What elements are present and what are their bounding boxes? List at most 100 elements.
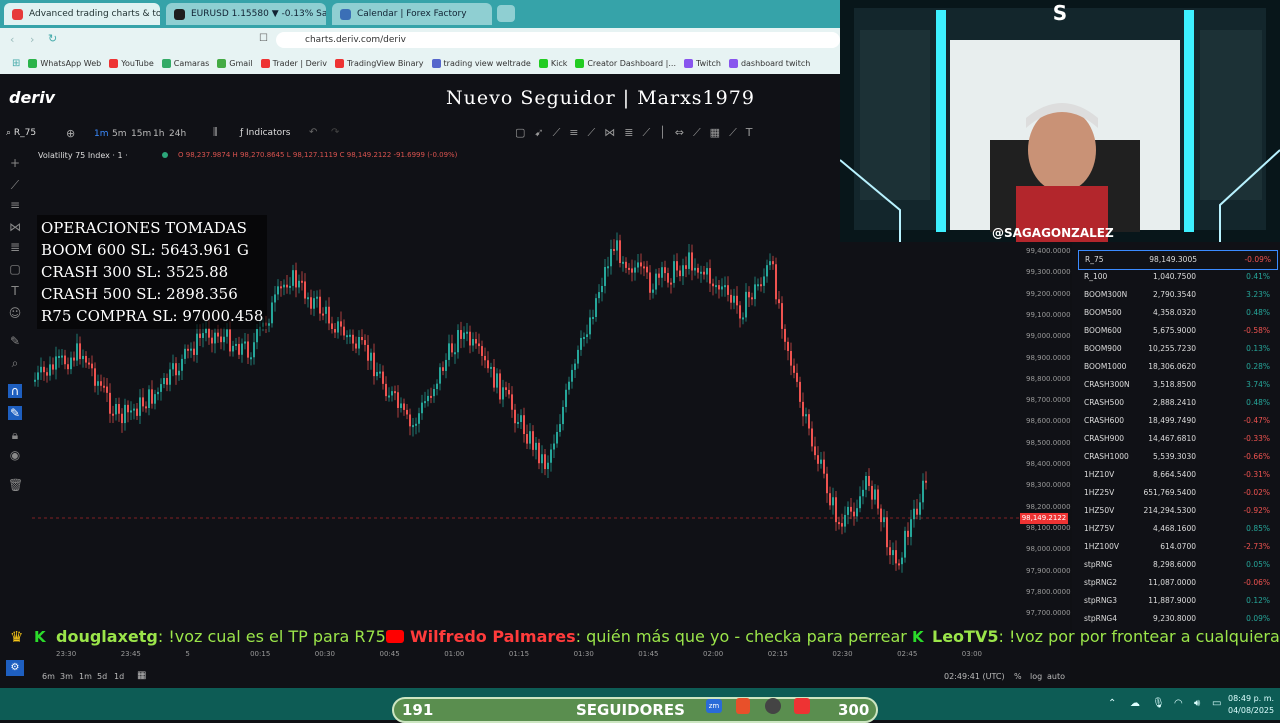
time-tick: 01:00 xyxy=(444,650,465,658)
calendar-icon[interactable]: ▦ xyxy=(137,670,146,681)
watchlist-panel: R_75 98,149.3005 -0.09% R_100 1,040.7500 0.41… xyxy=(1072,240,1280,630)
candle xyxy=(664,267,666,274)
candle xyxy=(247,341,249,358)
watchlist-row[interactable]: CRASH300N 3,518.8500 3.74% xyxy=(1078,376,1276,394)
range-1m[interactable]: 1m xyxy=(79,672,92,681)
watchlist-row[interactable]: 1HZ75V 4,468.1600 0.85% xyxy=(1078,520,1276,538)
range-6m[interactable]: 6m xyxy=(42,672,55,681)
price-axis[interactable]: 99,400.0000 99,300.0000 99,200.0000 99,100.… xyxy=(1020,244,1072,624)
candle xyxy=(142,397,144,407)
watch-symbol: 1HZ10V xyxy=(1084,470,1115,479)
price-tick: 98,100.0000 xyxy=(1026,523,1071,532)
watchlist-row[interactable]: R_100 1,040.7500 0.41% xyxy=(1078,268,1276,286)
candle xyxy=(397,392,399,408)
mic-icon[interactable]: 🎙︎ xyxy=(1152,698,1165,709)
candle xyxy=(724,285,726,288)
watchlist-row[interactable]: CRASH1000 5,539.3030 -0.66% xyxy=(1078,448,1276,466)
candle xyxy=(553,443,555,450)
watchlist-row[interactable]: BOOM300N 2,790.3540 3.23% xyxy=(1078,286,1276,304)
candle xyxy=(859,496,861,509)
candle xyxy=(571,369,573,382)
battery-icon[interactable]: ▭ xyxy=(1212,698,1221,709)
watchlist-row[interactable]: CRASH900 14,467.6810 -0.33% xyxy=(1078,430,1276,448)
volume-icon[interactable]: 🔊︎ xyxy=(1194,698,1200,709)
candle xyxy=(544,454,546,470)
watch-price: 4,358.0320 xyxy=(1153,308,1196,317)
watch-change: -2.73% xyxy=(1243,542,1270,551)
candle xyxy=(631,268,633,273)
watch-price: 18,306.0620 xyxy=(1148,362,1196,371)
candle xyxy=(883,517,885,523)
price-tick: 99,400.0000 xyxy=(1026,247,1071,255)
range-3m[interactable]: 3m xyxy=(60,672,73,681)
watchlist-row[interactable]: stpRNG 8,298.6000 0.05% xyxy=(1078,556,1276,574)
deriv-app-icon[interactable]: ⚙ xyxy=(6,660,24,676)
candle xyxy=(790,350,792,366)
cloud-icon[interactable]: ☁ xyxy=(1130,698,1140,709)
watch-symbol: stpRNG xyxy=(1084,560,1113,569)
watchlist-row[interactable]: 1HZ50V 214,294.5300 -0.92% xyxy=(1078,502,1276,520)
candle xyxy=(742,317,744,320)
watchlist-row[interactable]: CRASH600 18,499.7490 -0.47% xyxy=(1078,412,1276,430)
operation-line: BOOM 600 SL: 5643.961 G xyxy=(41,241,249,259)
price-tick: 98,800.0000 xyxy=(1026,374,1071,383)
price-tick: 97,900.0000 xyxy=(1026,566,1071,575)
candle xyxy=(796,372,798,382)
candle xyxy=(817,455,819,464)
candle xyxy=(211,337,213,344)
watchlist-row[interactable]: BOOM900 10,255.7230 0.13% xyxy=(1078,340,1276,358)
watchlist-row[interactable]: BOOM600 5,675.9000 -0.58% xyxy=(1078,322,1276,340)
candle xyxy=(766,265,768,277)
candle xyxy=(694,267,696,271)
candle xyxy=(514,409,516,424)
candle xyxy=(451,343,453,353)
chevron-up-icon[interactable]: ⌃ xyxy=(1108,698,1116,709)
candle xyxy=(442,367,444,371)
watch-change: 0.05% xyxy=(1246,560,1270,569)
candle xyxy=(457,330,459,353)
auto-toggle[interactable]: auto xyxy=(1047,672,1065,681)
candle xyxy=(685,265,687,269)
price-tick: 98,900.0000 xyxy=(1026,353,1071,362)
wifi-icon[interactable]: ◠ xyxy=(1174,698,1183,709)
watchlist-row[interactable]: R_75 98,149.3005 -0.09% xyxy=(1078,250,1278,270)
candle xyxy=(220,336,222,343)
candle xyxy=(556,431,558,444)
candle xyxy=(820,459,822,464)
candle xyxy=(328,306,330,324)
watchlist-row[interactable]: CRASH500 2,888.2410 0.48% xyxy=(1078,394,1276,412)
deriv-app-icon[interactable] xyxy=(794,698,810,714)
candle xyxy=(391,391,393,396)
candle xyxy=(199,333,201,338)
range-5d[interactable]: 5d xyxy=(97,672,107,681)
clock-date: 04/08/2025 xyxy=(1228,706,1275,715)
range-1d[interactable]: 1d xyxy=(114,672,124,681)
watchlist-row[interactable]: stpRNG3 11,887.9000 0.12% xyxy=(1078,592,1276,610)
candle xyxy=(472,339,474,346)
watchlist-row[interactable]: 1HZ25V 651,769.5400 -0.02% xyxy=(1078,484,1276,502)
candle xyxy=(880,508,882,523)
candle xyxy=(739,305,741,319)
watchlist-row[interactable]: BOOM1000 18,306.0620 0.28% xyxy=(1078,358,1276,376)
candle xyxy=(865,475,867,490)
watch-price: 614.0700 xyxy=(1160,542,1196,551)
candle xyxy=(313,298,315,309)
candle xyxy=(922,480,924,503)
watchlist-row[interactable]: 1HZ100V 614.0700 -2.73% xyxy=(1078,538,1276,556)
zoom-app-icon[interactable]: zm xyxy=(706,699,722,713)
candle xyxy=(37,372,39,380)
obs-icon[interactable] xyxy=(765,698,781,714)
watchlist-row[interactable]: stpRNG2 11,087.0000 -0.06% xyxy=(1078,574,1276,592)
crown-icon: ♛ xyxy=(10,628,24,646)
watchlist-row[interactable]: 1HZ10V 8,664.5400 -0.31% xyxy=(1078,466,1276,484)
brave-icon[interactable] xyxy=(736,698,750,714)
watch-symbol: CRASH1000 xyxy=(1084,452,1129,461)
time-axis[interactable]: 23:30 23:45 5 00:15 00:30 00:45 01:00 01:15 01:3… xyxy=(30,650,1030,662)
percent-toggle[interactable]: % xyxy=(1014,672,1022,681)
watch-price: 214,294.5300 xyxy=(1143,506,1197,515)
candle xyxy=(781,303,783,329)
log-toggle[interactable]: log xyxy=(1030,672,1042,681)
candle xyxy=(55,356,57,370)
candle xyxy=(583,336,585,339)
watchlist-row[interactable]: BOOM500 4,358.0320 0.48% xyxy=(1078,304,1276,322)
